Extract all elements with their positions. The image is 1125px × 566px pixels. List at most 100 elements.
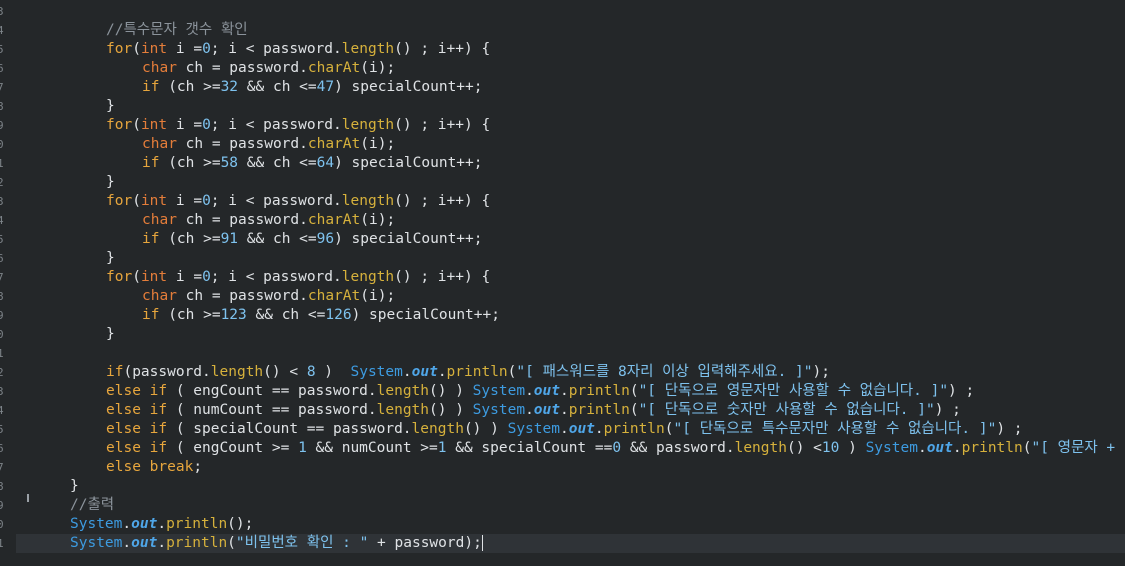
code-token: "[ 단독으로 영문자만 사용할 수 없습니다. ]" bbox=[638, 383, 949, 399]
code-token: 10 bbox=[821, 440, 840, 456]
code-token: ( bbox=[227, 535, 236, 551]
code-token: ch = password. bbox=[176, 136, 308, 152]
code-editor[interactable]: 34567890123456789012345678901 //특수문자 갯수 … bbox=[0, 0, 1125, 566]
code-token: ; i < password. bbox=[210, 193, 342, 209]
code-line[interactable]: char ch = password.charAt(i); bbox=[16, 211, 1125, 230]
code-line[interactable]: char ch = password.charAt(i); bbox=[16, 287, 1125, 306]
code-line[interactable]: else if ( engCount >= 1 && numCount >=1 … bbox=[16, 439, 1125, 458]
line-number: 9 bbox=[0, 119, 4, 132]
line-number: 8 bbox=[0, 100, 4, 113]
code-token: if bbox=[106, 364, 124, 380]
line-number: 1 bbox=[0, 157, 4, 170]
code-token: out bbox=[131, 535, 158, 551]
code-token: out bbox=[533, 383, 560, 399]
code-token: && password. bbox=[621, 440, 735, 456]
code-token: () ; i++) { bbox=[394, 117, 491, 133]
code-line[interactable]: if(password.length() < 8 ) System.out.pr… bbox=[16, 363, 1125, 382]
code-token: ch = password. bbox=[176, 288, 308, 304]
code-line[interactable]: if (ch >=91 && ch <=96) specialCount++; bbox=[16, 230, 1125, 249]
code-line[interactable] bbox=[16, 2, 1125, 21]
code-token: println bbox=[961, 440, 1023, 456]
code-line[interactable]: if (ch >=58 && ch <=64) specialCount++; bbox=[16, 154, 1125, 173]
code-line[interactable]: System.out.println(); bbox=[16, 515, 1125, 534]
code-line[interactable]: } bbox=[16, 477, 1125, 496]
code-token: (i); bbox=[360, 60, 396, 76]
line-number: 1 bbox=[0, 537, 4, 550]
code-line[interactable]: for(int i =0; i < password.length() ; i+… bbox=[16, 116, 1125, 135]
current-code-line[interactable]: System.out.println("비밀번호 확인 : " + passwo… bbox=[16, 534, 1125, 553]
code-line[interactable]: for(int i =0; i < password.length() ; i+… bbox=[16, 268, 1125, 287]
code-token: length bbox=[376, 383, 430, 399]
code-token: . bbox=[122, 516, 132, 532]
code-token: int bbox=[140, 193, 168, 209]
code-line[interactable]: char ch = password.charAt(i); bbox=[16, 135, 1125, 154]
code-line[interactable]: else if ( numCount == password.length() … bbox=[16, 401, 1125, 420]
code-token: (i); bbox=[360, 136, 396, 152]
code-token: out bbox=[926, 440, 953, 456]
code-token: i = bbox=[167, 117, 203, 133]
code-area[interactable]: //특수문자 갯수 확인 for(int i =0; i < password.l… bbox=[16, 0, 1125, 566]
line-number: 4 bbox=[0, 214, 4, 227]
code-token: 91 bbox=[220, 231, 239, 247]
code-token: ( bbox=[132, 117, 141, 133]
line-number: 4 bbox=[0, 404, 4, 417]
code-token: int bbox=[140, 117, 168, 133]
code-token: if bbox=[142, 155, 160, 171]
line-number: 0 bbox=[0, 138, 4, 151]
code-token: () < bbox=[786, 440, 822, 456]
code-token: ) specialCount++; bbox=[351, 307, 500, 323]
code-line[interactable]: char ch = password.charAt(i); bbox=[16, 59, 1125, 78]
code-token: 123 bbox=[220, 307, 247, 323]
code-line[interactable]: for(int i =0; i < password.length() ; i+… bbox=[16, 192, 1125, 211]
code-token: ( bbox=[629, 383, 639, 399]
code-line[interactable]: } bbox=[16, 173, 1125, 192]
code-token: System bbox=[472, 402, 526, 418]
code-line[interactable]: } bbox=[16, 249, 1125, 268]
code-token: ) ; bbox=[996, 421, 1023, 437]
code-line[interactable]: //출력 bbox=[16, 496, 1125, 515]
code-token: println bbox=[603, 421, 665, 437]
line-number: 5 bbox=[0, 43, 4, 56]
code-line[interactable]: } bbox=[16, 97, 1125, 116]
code-line[interactable] bbox=[16, 344, 1125, 363]
line-number: 7 bbox=[0, 461, 4, 474]
code-token: 1 bbox=[298, 440, 307, 456]
code-token: println bbox=[166, 516, 228, 532]
code-token: (ch >= bbox=[159, 155, 221, 171]
code-line[interactable]: for(int i =0; i < password.length() ; i+… bbox=[16, 40, 1125, 59]
code-token: () ) bbox=[463, 421, 508, 437]
line-number-gutter: 3 4 5 6 7 8 9 0 1 2 3 4 5 6 7 8 9 0 1 2 3 4 5 6 7 8 9 0 1 bbox=[0, 0, 6, 566]
code-token: System bbox=[70, 516, 123, 532]
code-token: //특수문자 갯수 확인 bbox=[106, 22, 248, 38]
code-token: . bbox=[594, 421, 604, 437]
code-token: . bbox=[525, 383, 534, 399]
code-token: () ) bbox=[429, 383, 473, 399]
code-line[interactable]: if (ch >=123 && ch <=126) specialCount++… bbox=[16, 306, 1125, 325]
code-token: ; i < password. bbox=[210, 269, 342, 285]
code-token: println bbox=[568, 402, 630, 418]
code-line[interactable]: else break; bbox=[16, 458, 1125, 477]
code-line[interactable]: else if ( engCount == password.length() … bbox=[16, 382, 1125, 401]
code-line[interactable]: if (ch >=32 && ch <=47) specialCount++; bbox=[16, 78, 1125, 97]
code-line[interactable]: //특수문자 갯수 확인 bbox=[16, 21, 1125, 40]
code-token: char bbox=[142, 288, 177, 304]
code-token: ( bbox=[132, 41, 141, 57]
code-token: () < bbox=[263, 364, 307, 380]
code-token: int bbox=[140, 41, 168, 57]
code-token: length bbox=[341, 269, 395, 285]
code-token: && ch <= bbox=[238, 155, 317, 171]
line-number: 2 bbox=[0, 366, 4, 379]
line-number: 3 bbox=[0, 5, 4, 18]
line-number: 0 bbox=[0, 518, 4, 531]
code-line[interactable]: } bbox=[16, 325, 1125, 344]
code-token: (ch >= bbox=[159, 307, 221, 323]
code-token: charAt bbox=[307, 136, 361, 152]
code-line[interactable]: else if ( specialCount == password.lengt… bbox=[16, 420, 1125, 439]
code-token: 32 bbox=[220, 79, 239, 95]
code-token: 8 bbox=[306, 364, 316, 380]
code-token: else if bbox=[106, 383, 168, 399]
code-token: char bbox=[142, 136, 177, 152]
code-token: && ch <= bbox=[246, 307, 326, 323]
code-token: ) bbox=[839, 440, 866, 456]
code-token: "[ 단독으로 숫자만 사용할 수 없습니다. ]" bbox=[638, 402, 935, 418]
